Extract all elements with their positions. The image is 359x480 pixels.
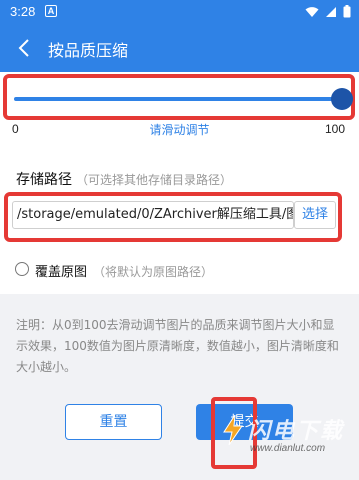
status-icons	[305, 5, 351, 18]
signal-icon	[326, 6, 336, 17]
lightning-logo-icon	[223, 415, 243, 445]
back-button[interactable]	[10, 34, 38, 62]
slider-hint: 请滑动调节	[149, 123, 210, 137]
overwrite-label: 覆盖原图	[35, 265, 88, 280]
watermark-url: www.dianlut.com	[250, 443, 326, 454]
battery-icon	[343, 5, 351, 18]
storage-path-input[interactable]: /storage/emulated/0/ZArchiver解压缩工具/图	[12, 201, 294, 229]
app-bar: 按品质压缩	[0, 24, 359, 72]
overwrite-hint: （将默认为原图路径）	[93, 265, 214, 279]
quality-slider-track[interactable]	[14, 97, 344, 101]
overwrite-radio[interactable]	[15, 262, 29, 276]
notification-icon: A	[45, 5, 57, 17]
wifi-icon	[305, 6, 319, 17]
watermark: 闪电下载 www.dianlut.com	[222, 413, 352, 461]
path-hint: （可选择其他存储目录路径）	[76, 173, 233, 187]
reset-button[interactable]: 重置	[65, 404, 162, 440]
overwrite-option[interactable]: 覆盖原图 （将默认为原图路径）	[35, 261, 213, 280]
page-title: 按品质压缩	[48, 41, 129, 60]
back-chevron-icon	[18, 39, 29, 57]
path-label: 存储路径	[16, 172, 72, 188]
status-bar: 3:28 A	[0, 0, 359, 24]
path-section-label: 存储路径 （可选择其他存储目录路径）	[16, 169, 232, 189]
watermark-text: 闪电下载	[248, 419, 345, 444]
select-path-button[interactable]: 选择	[294, 201, 336, 229]
note-text: 注明：从0到100去滑动调节图片的品质来调节图片大小和显示效果，100数值为图片…	[16, 318, 339, 374]
quality-slider-thumb[interactable]	[331, 88, 353, 110]
slider-max-label: 100	[324, 122, 345, 136]
status-time: 3:28	[10, 4, 36, 19]
